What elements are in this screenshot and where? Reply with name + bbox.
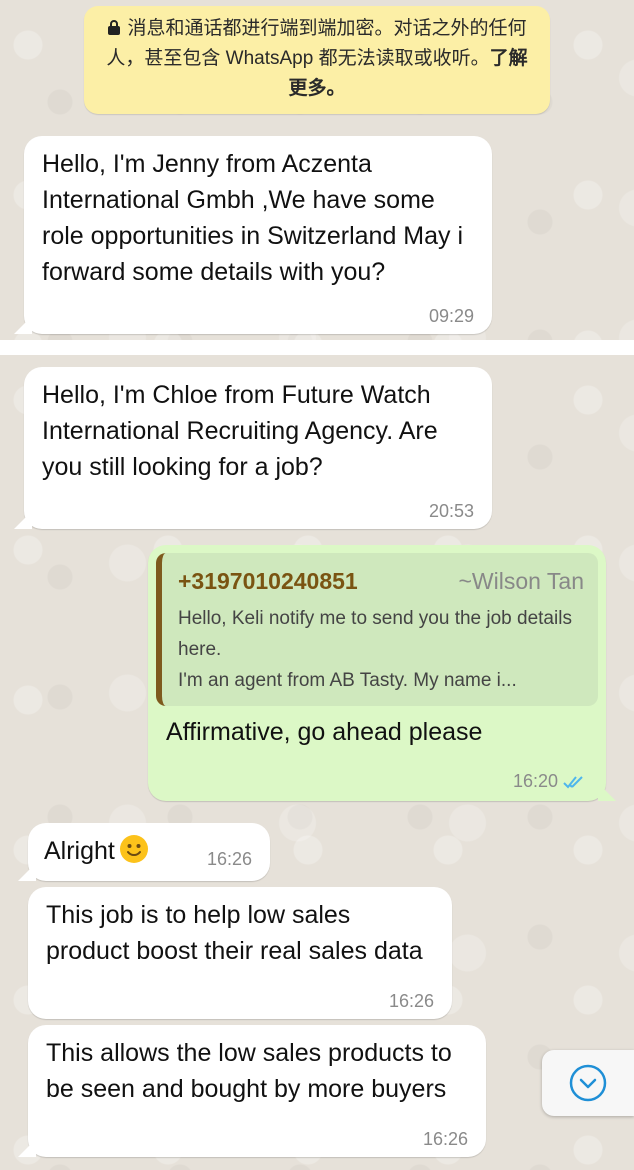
message-text: Hello, I'm Chloe from Future Watch Inter… (42, 381, 438, 481)
message-text: Alright (44, 837, 115, 865)
encryption-notice-text: 消息和通话都进行端到端加密。对话之外的任何人，甚至包含 WhatsApp 都无法… (106, 18, 527, 69)
quoted-sender-name: ~Wilson Tan (458, 568, 584, 594)
message-bubble[interactable]: This allows the low sales products to be… (18, 1025, 486, 1157)
message-time: 16:26 (388, 991, 434, 1011)
message-bubble[interactable]: Hello, I'm Chloe from Future Watch Inter… (14, 367, 492, 529)
quoted-text-line-2: I'm an agent from AB Tasty. My name i... (178, 670, 517, 691)
message-time: 16:20 (512, 771, 558, 791)
outgoing-reply-bubble[interactable]: +3197010240851 ~Wilson Tan Hello, Keli n… (148, 545, 616, 801)
slightly-smiling-face-icon (119, 835, 148, 863)
lock-icon (108, 20, 121, 35)
message-bubble[interactable]: This job is to help low sales product bo… (28, 887, 452, 1019)
message-bubble[interactable]: Hello, I'm Jenny from Aczenta Internatio… (14, 136, 492, 334)
double-check-icon (563, 776, 583, 789)
message-time: 16:26 (206, 849, 252, 869)
chevron-down-circle-icon (569, 1064, 607, 1102)
quoted-text-line-1: Hello, Keli notify me to send you the jo… (178, 608, 572, 660)
message-time: 09:29 (428, 306, 474, 326)
encryption-notice[interactable]: 消息和通话都进行端到端加密。对话之外的任何人，甚至包含 WhatsApp 都无法… (84, 6, 550, 114)
chat-panel-top: 消息和通话都进行端到端加密。对话之外的任何人，甚至包含 WhatsApp 都无法… (0, 0, 634, 340)
message-text: Affirmative, go ahead please (166, 718, 483, 746)
quoted-sender-number: +3197010240851 (178, 568, 358, 594)
message-time: 20:53 (428, 501, 474, 521)
message-time-status: 16:20 (513, 771, 588, 791)
message-time: 16:26 (422, 1129, 468, 1149)
quoted-message[interactable]: +3197010240851 ~Wilson Tan Hello, Keli n… (156, 553, 598, 706)
message-text: This allows the low sales products to be… (46, 1039, 452, 1103)
scroll-to-bottom-button[interactable] (542, 1050, 634, 1116)
message-bubble[interactable]: Alright 16:26 (18, 823, 270, 881)
message-text: Hello, I'm Jenny from Aczenta Internatio… (42, 150, 464, 286)
message-text: This job is to help low sales product bo… (46, 901, 423, 965)
chat-panel-bottom: Hello, I'm Chloe from Future Watch Inter… (0, 355, 634, 1170)
